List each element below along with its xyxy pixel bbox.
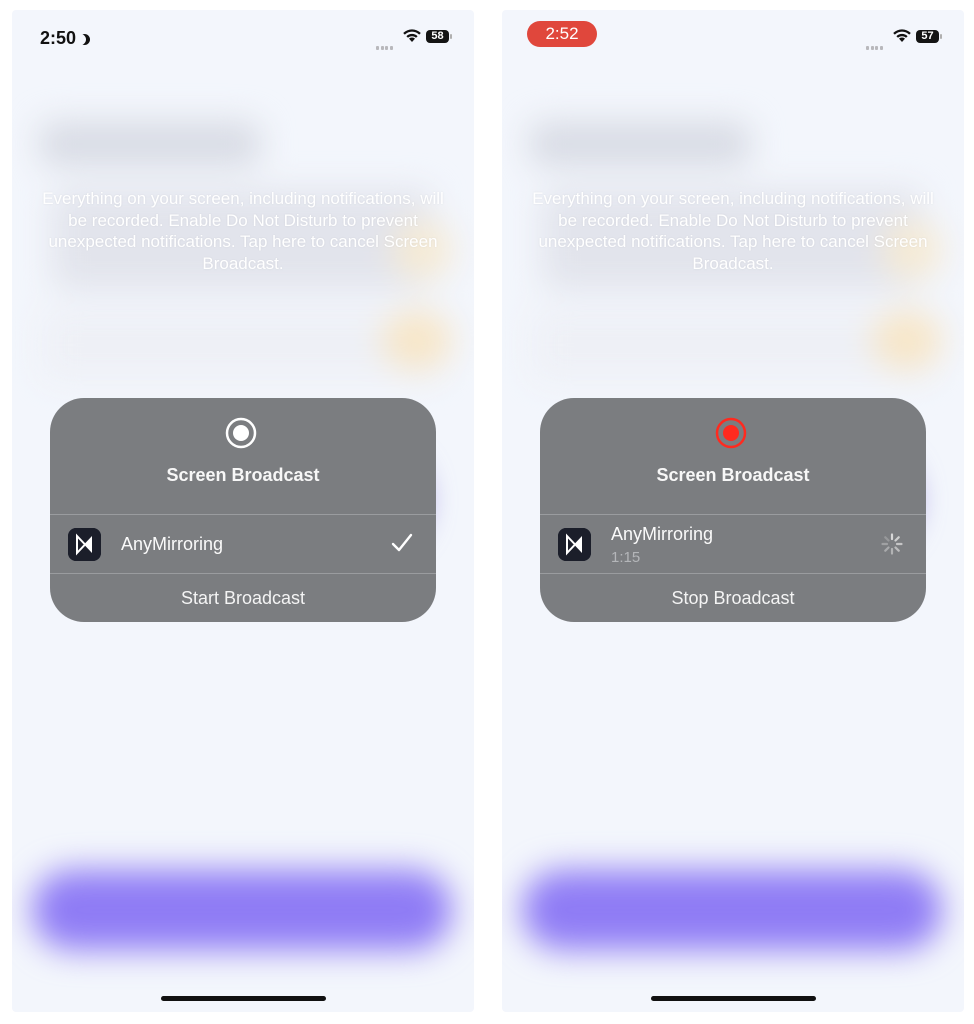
screen-broadcast-dialog: Screen Broadcast AnyMirroring Start Broa… [50, 398, 436, 622]
battery-icon: 58 [426, 30, 449, 43]
battery-cap [940, 34, 942, 39]
broadcast-notice[interactable]: Everything on your screen, including not… [532, 188, 934, 274]
phone-screen-during-broadcast: 2:52 57 Everything on your screen, inclu… [502, 10, 964, 1012]
app-row-anymirroring[interactable]: AnyMirroring [50, 515, 436, 573]
app-row-anymirroring[interactable]: AnyMirroring 1:15 [540, 515, 926, 573]
record-icon [225, 417, 257, 449]
home-indicator[interactable] [651, 996, 816, 1001]
start-broadcast-button[interactable]: Start Broadcast [50, 574, 436, 622]
anymirroring-app-icon [558, 528, 591, 561]
checkmark-icon [391, 533, 413, 552]
dialog-title: Screen Broadcast [656, 465, 810, 485]
dialog-title: Screen Broadcast [166, 465, 320, 485]
cellular-signal-icon [376, 37, 398, 50]
cellular-signal-icon [866, 37, 888, 50]
recording-time-pill[interactable]: 2:52 [527, 21, 597, 47]
app-name: AnyMirroring [611, 524, 714, 544]
screen-broadcast-dialog: Screen Broadcast AnyMirroring 1:15 Stop … [540, 398, 926, 622]
wifi-icon [893, 29, 911, 42]
broadcast-notice[interactable]: Everything on your screen, including not… [42, 188, 444, 274]
battery-icon: 57 [916, 30, 939, 43]
loading-spinner-icon [881, 533, 903, 555]
moon-icon [79, 34, 90, 45]
broadcast-duration: 1:15 [611, 549, 641, 566]
battery-cap [450, 34, 452, 39]
app-name: AnyMirroring [121, 534, 224, 554]
status-bar-time: 2:50 [40, 28, 90, 49]
wifi-icon [403, 29, 421, 42]
anymirroring-app-icon [68, 528, 101, 561]
home-indicator[interactable] [161, 996, 326, 1001]
phone-screen-before-broadcast: 2:50 58 Everything on your screen, inclu… [12, 10, 474, 1012]
record-active-icon [715, 417, 747, 449]
stop-broadcast-button[interactable]: Stop Broadcast [540, 574, 926, 622]
